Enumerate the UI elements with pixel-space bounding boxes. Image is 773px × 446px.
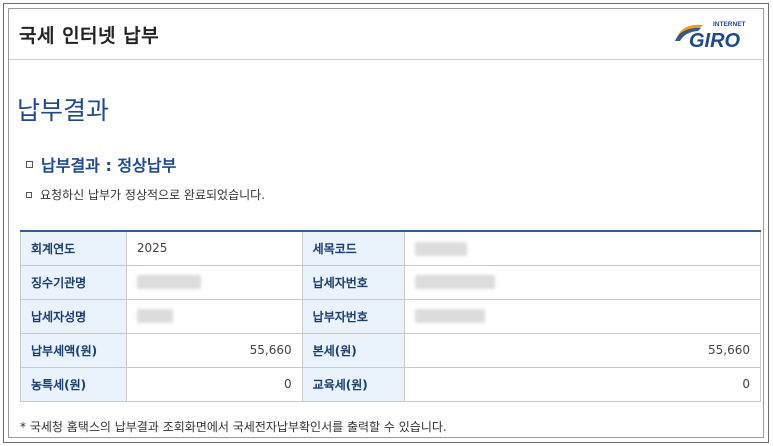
value-principal-tax: 55,660 [403,332,762,368]
table-row: 납세자성명 납부자번호 [20,298,762,334]
content-panel: 국세 인터넷 납부 INTERNET GIRO 납부결과 납부결과 : 정상납부… [8,8,764,438]
footer-note: * 국세청 홈택스의 납부결과 조회화면에서 국세전자납부확인서를 출력할 수 … [20,420,447,434]
app-title: 국세 인터넷 납부 [19,25,160,47]
table-row: 징수기관명 납세자번호 [20,264,762,300]
result-message: 요청하신 납부가 정상적으로 완료되었습니다. [26,186,265,203]
masked-value [414,309,485,324]
value-tax-code [403,230,762,266]
giro-logo-icon: INTERNET GIRO [675,21,746,52]
masked-value [136,275,201,290]
value-payer-number [403,298,762,334]
value-rural-special-tax: 0 [125,366,303,402]
label-fiscal-year: 회계연도 [20,230,127,266]
value-education-tax: 0 [403,366,762,402]
result-title: 납부결과 : 정상납부 [26,152,176,176]
label-education-tax: 교육세(원) [301,366,405,402]
masked-value [414,241,467,256]
masked-value [414,275,495,290]
window-frame: 국세 인터넷 납부 INTERNET GIRO 납부결과 납부결과 : 정상납부… [3,3,769,443]
label-collecting-agency: 징수기관명 [20,264,127,300]
value-collecting-agency [125,264,303,300]
label-tax-code: 세목코드 [301,230,405,266]
masked-value [136,309,173,324]
payment-result-table: 회계연도 2025 세목코드 징수기관명 납세자번호 납세자성명 납부자번호 납… [20,230,762,402]
value-taxpayer-number [403,264,762,300]
table-row: 회계연도 2025 세목코드 [20,230,762,266]
label-taxpayer-name: 납세자성명 [20,298,127,334]
label-principal-tax: 본세(원) [301,332,405,368]
header-bar: 국세 인터넷 납부 INTERNET GIRO [9,9,763,60]
label-tax-amount: 납부세액(원) [20,332,127,368]
label-rural-special-tax: 농특세(원) [20,366,127,402]
result-message-text: 요청하신 납부가 정상적으로 완료되었습니다. [40,188,266,202]
logo-main-text: GIRO [689,30,741,52]
value-tax-amount: 55,660 [125,332,303,368]
label-payer-number: 납부자번호 [301,298,405,334]
square-bullet-icon [26,191,32,198]
square-bullet-icon [26,161,33,168]
table-row: 농특세(원) 0 교육세(원) 0 [20,366,762,402]
value-taxpayer-name [125,298,303,334]
label-taxpayer-number: 납세자번호 [301,264,405,300]
result-title-text: 납부결과 : 정상납부 [41,156,177,175]
table-row: 납부세액(원) 55,660 본세(원) 55,660 [20,332,762,368]
page-heading: 납부결과 [17,96,110,125]
logo-small-text: INTERNET [713,21,746,28]
value-fiscal-year: 2025 [125,230,303,266]
